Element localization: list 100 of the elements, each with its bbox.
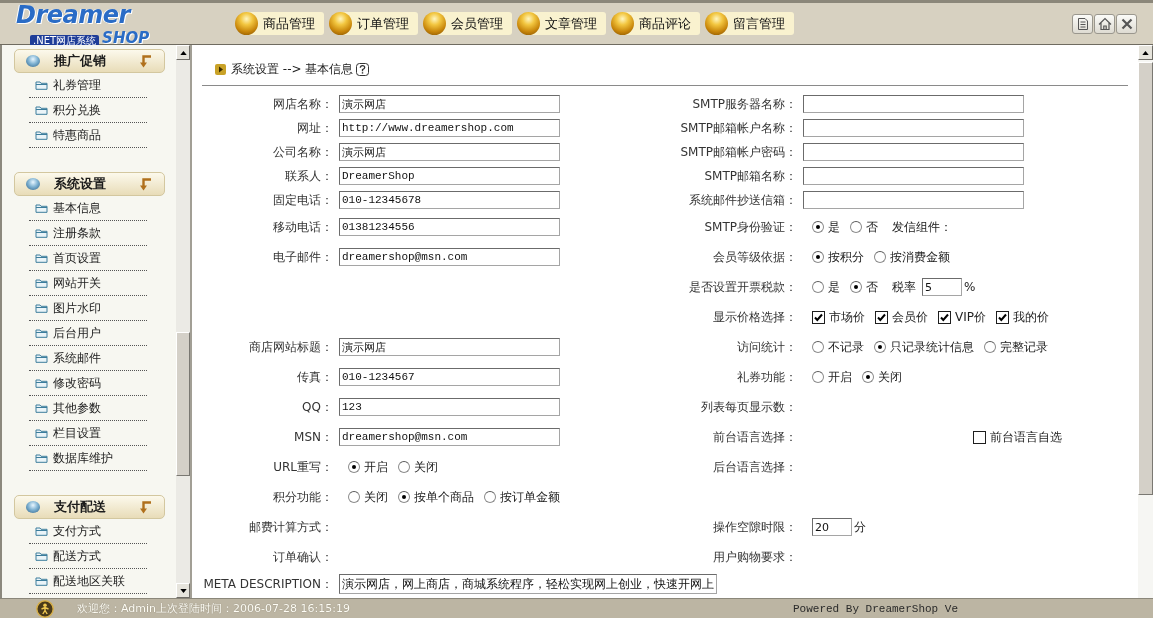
- option-label[interactable]: 市场价: [829, 308, 865, 326]
- scroll-up-button[interactable]: [1138, 45, 1153, 60]
- option-label[interactable]: 不记录: [828, 338, 864, 356]
- sidebar-item[interactable]: 系统邮件: [29, 346, 147, 371]
- nav-button[interactable]: 会员管理: [423, 12, 512, 35]
- text-field[interactable]: 010-1234567: [339, 368, 560, 386]
- scroll-down-button[interactable]: [176, 583, 190, 598]
- option-label[interactable]: 前台语言自选: [990, 428, 1062, 446]
- text-field[interactable]: [803, 119, 1024, 137]
- radio-button[interactable]: [812, 251, 824, 263]
- section-header[interactable]: 支付配送: [14, 495, 165, 519]
- nav-button[interactable]: 商品管理: [235, 12, 324, 35]
- sidebar-item[interactable]: 修改密码: [29, 371, 147, 396]
- text-field[interactable]: 5: [922, 278, 962, 296]
- option-label[interactable]: 否: [866, 218, 878, 236]
- field-label: 访问统计：: [737, 339, 797, 354]
- sidebar-item[interactable]: 其他参数: [29, 396, 147, 421]
- option-label[interactable]: 关闭: [364, 488, 388, 506]
- text-field[interactable]: 01381234556: [339, 218, 560, 236]
- text-field[interactable]: [803, 191, 1024, 209]
- nav-button[interactable]: 留言管理: [705, 12, 794, 35]
- option-label[interactable]: 按单个商品: [414, 488, 474, 506]
- text-field[interactable]: 演示网店: [339, 338, 560, 356]
- option-label[interactable]: VIP价: [955, 308, 986, 326]
- sidebar-item[interactable]: 图片水印: [29, 296, 147, 321]
- scroll-thumb[interactable]: [176, 332, 190, 476]
- section-header[interactable]: 推广促销: [14, 49, 165, 73]
- nav-button[interactable]: 订单管理: [329, 12, 418, 35]
- radio-button[interactable]: [850, 281, 862, 293]
- radio-button[interactable]: [398, 491, 410, 503]
- text-field[interactable]: 123: [339, 398, 560, 416]
- sidebar-item[interactable]: 网站开关: [29, 271, 147, 296]
- home-button[interactable]: [1094, 13, 1115, 34]
- option-label[interactable]: 只记录统计信息: [890, 338, 974, 356]
- option-label[interactable]: 按消费金额: [890, 248, 950, 266]
- sidebar-item[interactable]: 基本信息: [29, 196, 147, 221]
- radio-button[interactable]: [984, 341, 996, 353]
- text-field[interactable]: dreamershop@msn.com: [339, 428, 560, 446]
- sidebar-item[interactable]: 配送地区关联: [29, 569, 147, 594]
- help-icon[interactable]: [356, 62, 370, 76]
- field-label: 礼券功能：: [737, 369, 797, 384]
- sidebar-item[interactable]: 后台用户: [29, 321, 147, 346]
- text-field[interactable]: 20: [812, 518, 852, 536]
- sidebar-item[interactable]: 首页设置: [29, 246, 147, 271]
- text-field[interactable]: dreamershop@msn.com: [339, 248, 560, 266]
- field-label: 公司名称：: [273, 144, 333, 159]
- option-label[interactable]: 开启: [828, 368, 852, 386]
- radio-button[interactable]: [850, 221, 862, 233]
- text-field[interactable]: http://www.dreamershop.com: [339, 119, 560, 137]
- option-label[interactable]: 会员价: [892, 308, 928, 326]
- option-label[interactable]: 开启: [364, 458, 388, 476]
- sidebar-item[interactable]: 特惠商品: [29, 123, 147, 148]
- checkbox[interactable]: [875, 310, 888, 324]
- ball-icon: [26, 55, 40, 67]
- text-field[interactable]: 010-12345678: [339, 191, 560, 209]
- text-field[interactable]: 演示网店: [339, 95, 560, 113]
- option-label[interactable]: 关闭: [878, 368, 902, 386]
- text-field[interactable]: [803, 167, 1024, 185]
- radio-button[interactable]: [874, 341, 886, 353]
- sidebar-item[interactable]: 礼券管理: [29, 73, 147, 98]
- radio-button[interactable]: [484, 491, 496, 503]
- checkbox[interactable]: [812, 310, 825, 324]
- checkbox[interactable]: [996, 310, 1009, 324]
- sidebar-item[interactable]: 数据库维护: [29, 446, 147, 471]
- description-field[interactable]: 演示网店，网上商店，商城系统程序，轻松实现网上创业，快速开网上: [339, 574, 717, 594]
- radio-button[interactable]: [348, 461, 360, 473]
- option-label[interactable]: 按订单金额: [500, 488, 560, 506]
- radio-button[interactable]: [812, 281, 824, 293]
- option-label[interactable]: 否: [866, 278, 878, 296]
- sidebar-item[interactable]: 栏目设置: [29, 421, 147, 446]
- close-button[interactable]: [1116, 13, 1137, 34]
- nav-button[interactable]: 商品评论: [611, 12, 700, 35]
- radio-button[interactable]: [812, 371, 824, 383]
- option-label[interactable]: 是: [828, 218, 840, 236]
- radio-button[interactable]: [398, 461, 410, 473]
- sidebar-item[interactable]: 积分兑换: [29, 98, 147, 123]
- option-label[interactable]: 关闭: [414, 458, 438, 476]
- text-field[interactable]: DreamerShop: [339, 167, 560, 185]
- text-field[interactable]: 演示网店: [339, 143, 560, 161]
- option-label[interactable]: 是: [828, 278, 840, 296]
- radio-button[interactable]: [812, 221, 824, 233]
- option-label[interactable]: 完整记录: [1000, 338, 1048, 356]
- option-label[interactable]: 我的价: [1013, 308, 1049, 326]
- sidebar-item[interactable]: 注册条款: [29, 221, 147, 246]
- section-header[interactable]: 系统设置: [14, 172, 165, 196]
- checkbox[interactable]: [973, 430, 986, 444]
- text-field[interactable]: [803, 95, 1024, 113]
- scroll-thumb[interactable]: [1138, 62, 1153, 495]
- scroll-up-button[interactable]: [176, 45, 190, 60]
- radio-button[interactable]: [812, 341, 824, 353]
- radio-button[interactable]: [348, 491, 360, 503]
- option-label[interactable]: 按积分: [828, 248, 864, 266]
- checkbox[interactable]: [938, 310, 951, 324]
- text-field[interactable]: [803, 143, 1024, 161]
- radio-button[interactable]: [862, 371, 874, 383]
- sidebar-item[interactable]: 支付方式: [29, 519, 147, 544]
- document-button[interactable]: [1072, 13, 1093, 34]
- radio-button[interactable]: [874, 251, 886, 263]
- sidebar-item[interactable]: 配送方式: [29, 544, 147, 569]
- nav-button[interactable]: 文章管理: [517, 12, 606, 35]
